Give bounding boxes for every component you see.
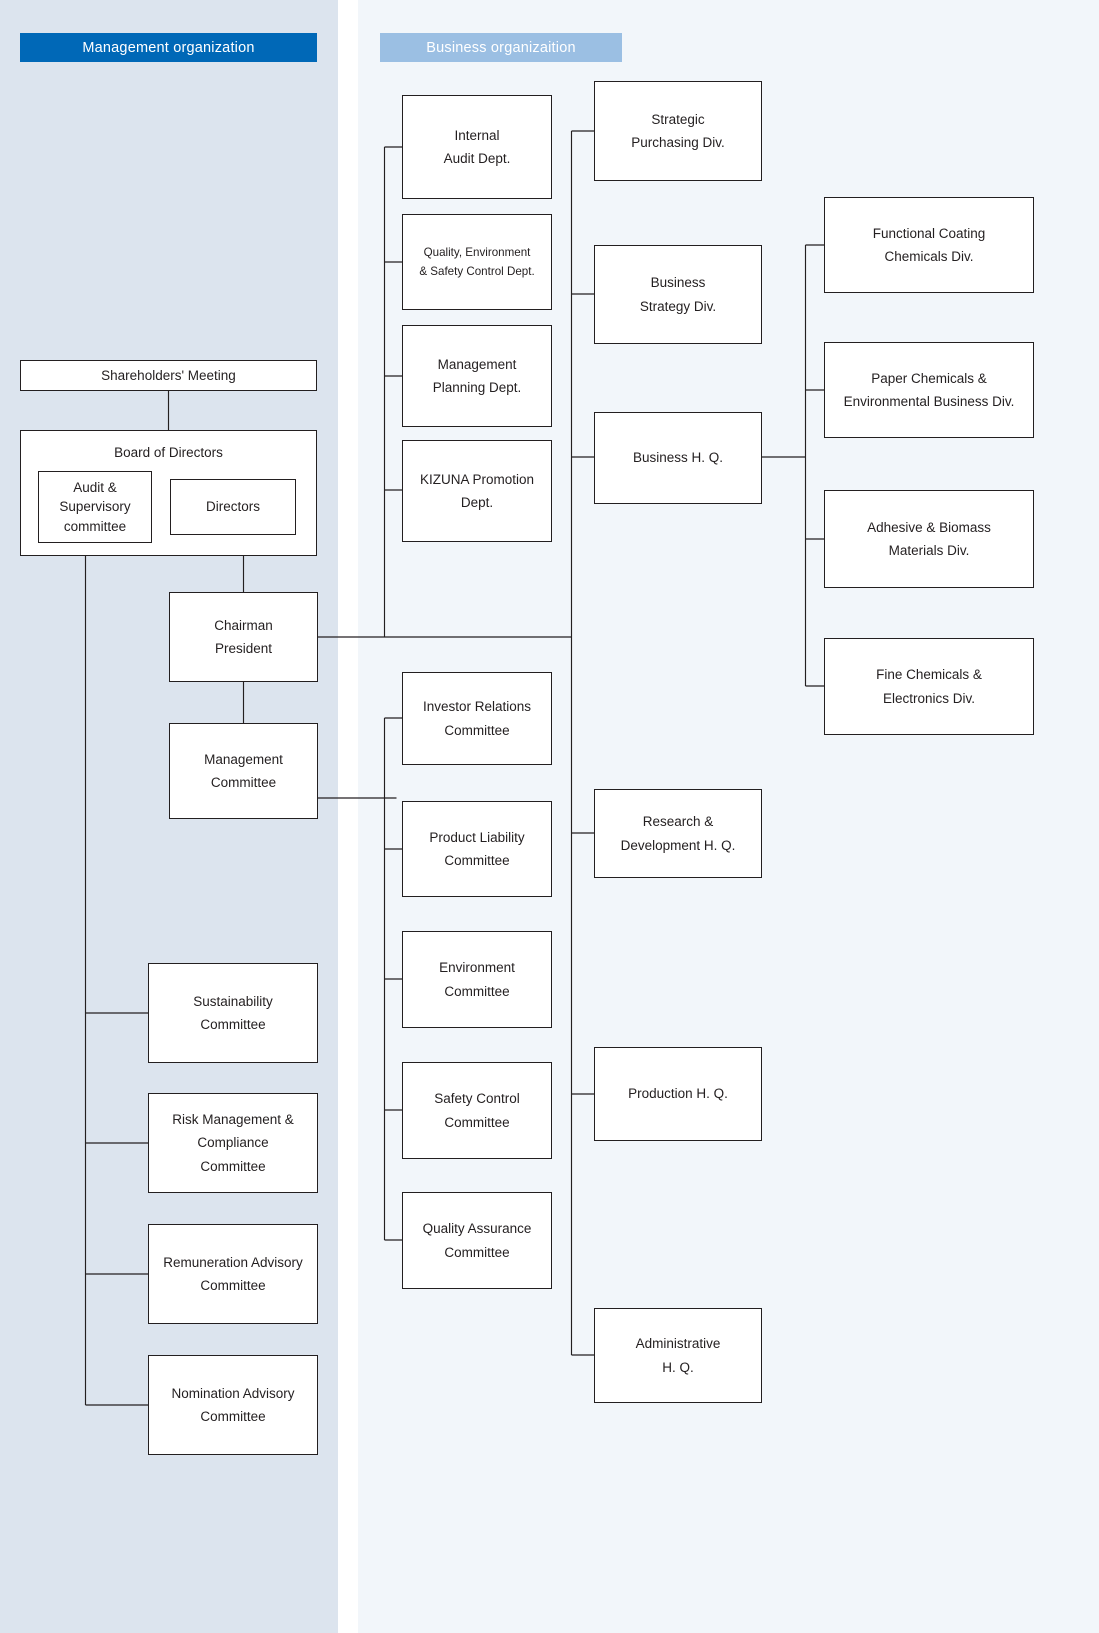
node-functional-coating-chemicals-div[interactable]: Functional Coating Chemicals Div.: [824, 197, 1034, 293]
node-management-planning-dept[interactable]: Management Planning Dept.: [402, 325, 552, 427]
node-internal-audit-dept[interactable]: Internal Audit Dept.: [402, 95, 552, 199]
node-product-liability-committee[interactable]: Product Liability Committee: [402, 801, 552, 897]
node-remuneration-advisory-committee[interactable]: Remuneration Advisory Committee: [148, 1224, 318, 1324]
node-business-hq[interactable]: Business H. Q.: [594, 412, 762, 504]
node-administrative-hq[interactable]: Administrative H. Q.: [594, 1308, 762, 1403]
node-safety-control-committee[interactable]: Safety Control Committee: [402, 1062, 552, 1159]
node-investor-relations-committee[interactable]: Investor Relations Committee: [402, 672, 552, 765]
node-quality-environment-safety-control-dept[interactable]: Quality, Environment & Safety Control De…: [402, 214, 552, 310]
node-kizuna-promotion-dept[interactable]: KIZUNA Promotion Dept.: [402, 440, 552, 542]
node-audit-supervisory-committee[interactable]: Audit & Supervisory committee: [38, 471, 152, 543]
node-shareholders-meeting[interactable]: Shareholders' Meeting: [20, 360, 317, 391]
section-header-management-organization: Management organization: [20, 33, 317, 62]
node-sustainability-committee[interactable]: Sustainability Committee: [148, 963, 318, 1063]
node-directors[interactable]: Directors: [170, 479, 296, 535]
node-production-hq[interactable]: Production H. Q.: [594, 1047, 762, 1141]
node-business-strategy-div[interactable]: Business Strategy Div.: [594, 245, 762, 344]
node-environment-committee[interactable]: Environment Committee: [402, 931, 552, 1028]
node-adhesive-biomass-materials-div[interactable]: Adhesive & Biomass Materials Div.: [824, 490, 1034, 588]
node-research-development-hq[interactable]: Research & Development H. Q.: [594, 789, 762, 878]
node-paper-chemicals-environmental-business-div[interactable]: Paper Chemicals & Environmental Business…: [824, 342, 1034, 438]
node-chairman-president[interactable]: Chairman President: [169, 592, 318, 682]
node-risk-management-compliance-committee[interactable]: Risk Management & Compliance Committee: [148, 1093, 318, 1193]
board-of-directors-label: Board of Directors: [114, 445, 223, 460]
section-header-business-organization: Business organizaition: [380, 33, 622, 62]
org-chart-page: Management organization Business organiz…: [0, 0, 1099, 1633]
node-quality-assurance-committee[interactable]: Quality Assurance Committee: [402, 1192, 552, 1289]
node-nomination-advisory-committee[interactable]: Nomination Advisory Committee: [148, 1355, 318, 1455]
node-management-committee[interactable]: Management Committee: [169, 723, 318, 819]
node-fine-chemicals-electronics-div[interactable]: Fine Chemicals & Electronics Div.: [824, 638, 1034, 735]
node-strategic-purchasing-div[interactable]: Strategic Purchasing Div.: [594, 81, 762, 181]
